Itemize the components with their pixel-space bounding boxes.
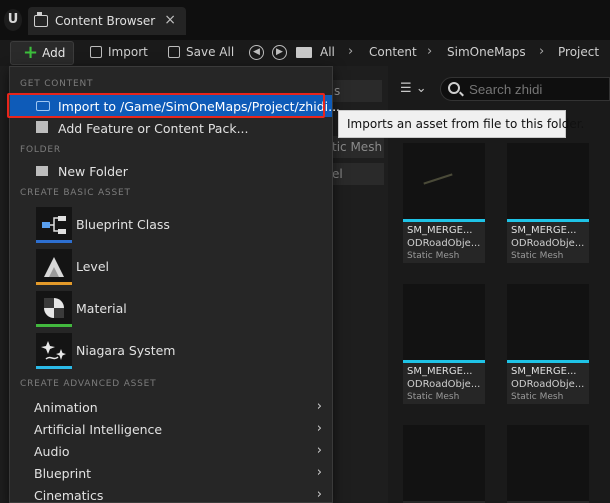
material-icon bbox=[36, 291, 72, 327]
filter-chip[interactable]: tic Mesh bbox=[330, 136, 384, 158]
search-input[interactable] bbox=[440, 77, 610, 101]
filter-chip[interactable]: el bbox=[330, 163, 384, 185]
menu-item-blueprint-class[interactable]: Blueprint Class bbox=[10, 206, 332, 246]
asset-type: Static Mesh bbox=[511, 251, 564, 261]
asset-thumbnail bbox=[507, 284, 589, 360]
asset-type-bar bbox=[403, 360, 485, 363]
asset-tile[interactable] bbox=[507, 425, 589, 503]
menu-item-label: Animation bbox=[34, 400, 98, 415]
highlight-annotation bbox=[7, 93, 325, 118]
menu-item-label: Niagara System bbox=[76, 343, 176, 358]
title-bar: U Content Browser × bbox=[0, 0, 610, 40]
level-icon bbox=[36, 249, 72, 285]
asset-thumbnail bbox=[507, 425, 589, 501]
menu-item-label: Cinematics bbox=[34, 488, 104, 503]
asset-tile[interactable]: SM_MERGE... ODRoadObje... Static Mesh bbox=[403, 284, 485, 404]
menu-item-niagara-system[interactable]: Niagara System bbox=[10, 332, 332, 372]
breadcrumb-content[interactable]: Content bbox=[369, 45, 417, 59]
section-advanced-asset: CREATE ADVANCED ASSET bbox=[20, 379, 157, 389]
asset-tile[interactable]: SM_MERGE... ODRoadObje... Static Mesh bbox=[507, 143, 589, 263]
breadcrumb-project[interactable]: Project bbox=[558, 45, 599, 59]
save-all-label: Save All bbox=[186, 45, 235, 59]
menu-item-add-feature[interactable]: Add Feature or Content Pack... bbox=[10, 117, 332, 139]
chevron-right-icon: › bbox=[316, 443, 322, 458]
asset-type-bar bbox=[507, 360, 589, 363]
chevron-right-icon: › bbox=[348, 44, 354, 59]
menu-item-blueprint[interactable]: Blueprint › bbox=[10, 463, 332, 485]
chevron-right-icon: › bbox=[316, 487, 322, 502]
asset-thumbnail bbox=[403, 284, 485, 360]
menu-item-label: Audio bbox=[34, 444, 70, 459]
chevron-right-icon: › bbox=[316, 465, 322, 480]
asset-name: SM_MERGE... bbox=[407, 366, 473, 377]
asset-name: SM_MERGE... bbox=[407, 225, 473, 236]
chevron-right-icon: › bbox=[427, 44, 433, 59]
menu-item-artificial-intelligence[interactable]: Artificial Intelligence › bbox=[10, 419, 332, 441]
plus-icon: + bbox=[23, 42, 39, 63]
add-button[interactable]: + Add bbox=[10, 41, 74, 65]
asset-tile[interactable]: SM_MERGE... ODRoadObje... Static Mesh bbox=[507, 284, 589, 404]
section-folder: FOLDER bbox=[20, 145, 61, 155]
asset-name-line2: ODRoadObje... bbox=[511, 379, 585, 390]
breadcrumb-all[interactable]: All bbox=[320, 45, 335, 59]
asset-tile[interactable]: SM_MERGE... ODRoadObje... Static Mesh bbox=[403, 143, 485, 263]
menu-item-level[interactable]: Level bbox=[10, 248, 332, 288]
add-menu: GET CONTENT Import to /Game/SimOneMaps/P… bbox=[9, 66, 340, 503]
tooltip: Imports an asset from file to this folde… bbox=[338, 110, 584, 138]
menu-item-label: Add Feature or Content Pack... bbox=[58, 120, 249, 136]
add-button-label: Add bbox=[42, 46, 66, 60]
menu-item-new-folder[interactable]: New Folder bbox=[10, 160, 332, 182]
asset-name: SM_MERGE... bbox=[511, 366, 577, 377]
blueprint-class-icon bbox=[36, 207, 72, 243]
asset-name-line2: ODRoadObje... bbox=[407, 379, 481, 390]
import-label: Import bbox=[108, 45, 148, 59]
unreal-logo-icon: U bbox=[4, 9, 22, 31]
folder-icon[interactable] bbox=[296, 47, 312, 58]
section-get-content: GET CONTENT bbox=[20, 79, 94, 89]
toolbar: + Add Import Save All ◀ ▶ All › Content … bbox=[0, 40, 610, 66]
import-icon bbox=[90, 46, 102, 58]
menu-item-material[interactable]: Material bbox=[10, 290, 332, 330]
menu-item-label: Level bbox=[76, 259, 109, 274]
menu-item-label: Artificial Intelligence bbox=[34, 422, 163, 437]
forward-icon[interactable]: ▶ bbox=[272, 45, 287, 60]
asset-name-line2: ODRoadObje... bbox=[407, 238, 481, 249]
folder-icon bbox=[34, 12, 48, 27]
filter-icon[interactable]: ☰ ⌄ bbox=[400, 81, 430, 97]
asset-name: SM_MERGE... bbox=[511, 225, 577, 236]
menu-item-label: New Folder bbox=[58, 163, 128, 179]
new-folder-icon bbox=[36, 166, 48, 176]
menu-item-label: Blueprint bbox=[34, 466, 92, 481]
asset-thumbnail bbox=[507, 143, 589, 219]
asset-thumbnail bbox=[403, 143, 485, 219]
menu-item-label: Material bbox=[76, 301, 127, 316]
add-feature-icon bbox=[36, 121, 48, 133]
breadcrumb-simonemaps[interactable]: SimOneMaps bbox=[447, 45, 526, 59]
tab-content-browser[interactable]: Content Browser × bbox=[28, 7, 186, 35]
asset-type: Static Mesh bbox=[407, 251, 460, 261]
save-icon bbox=[168, 46, 180, 58]
chevron-right-icon: › bbox=[316, 421, 322, 436]
menu-item-cinematics[interactable]: Cinematics › bbox=[10, 485, 332, 503]
section-basic-asset: CREATE BASIC ASSET bbox=[20, 188, 131, 198]
menu-item-label: Blueprint Class bbox=[76, 217, 170, 232]
import-button[interactable]: Import bbox=[90, 45, 148, 59]
asset-type: Static Mesh bbox=[511, 392, 564, 402]
search-icon bbox=[448, 82, 460, 94]
asset-type-bar bbox=[507, 219, 589, 222]
asset-thumbnail bbox=[403, 425, 485, 501]
tab-title: Content Browser bbox=[55, 14, 156, 28]
menu-item-audio[interactable]: Audio › bbox=[10, 441, 332, 463]
back-icon[interactable]: ◀ bbox=[249, 45, 264, 60]
asset-type-bar bbox=[403, 219, 485, 222]
chevron-right-icon: › bbox=[316, 399, 322, 414]
niagara-system-icon bbox=[36, 333, 72, 369]
asset-type: Static Mesh bbox=[407, 392, 460, 402]
asset-name-line2: ODRoadObje... bbox=[511, 238, 585, 249]
save-all-button[interactable]: Save All bbox=[168, 45, 234, 59]
close-icon[interactable]: × bbox=[164, 12, 176, 28]
chevron-right-icon: › bbox=[539, 44, 545, 59]
asset-tile[interactable] bbox=[403, 425, 485, 503]
menu-item-animation[interactable]: Animation › bbox=[10, 397, 332, 419]
